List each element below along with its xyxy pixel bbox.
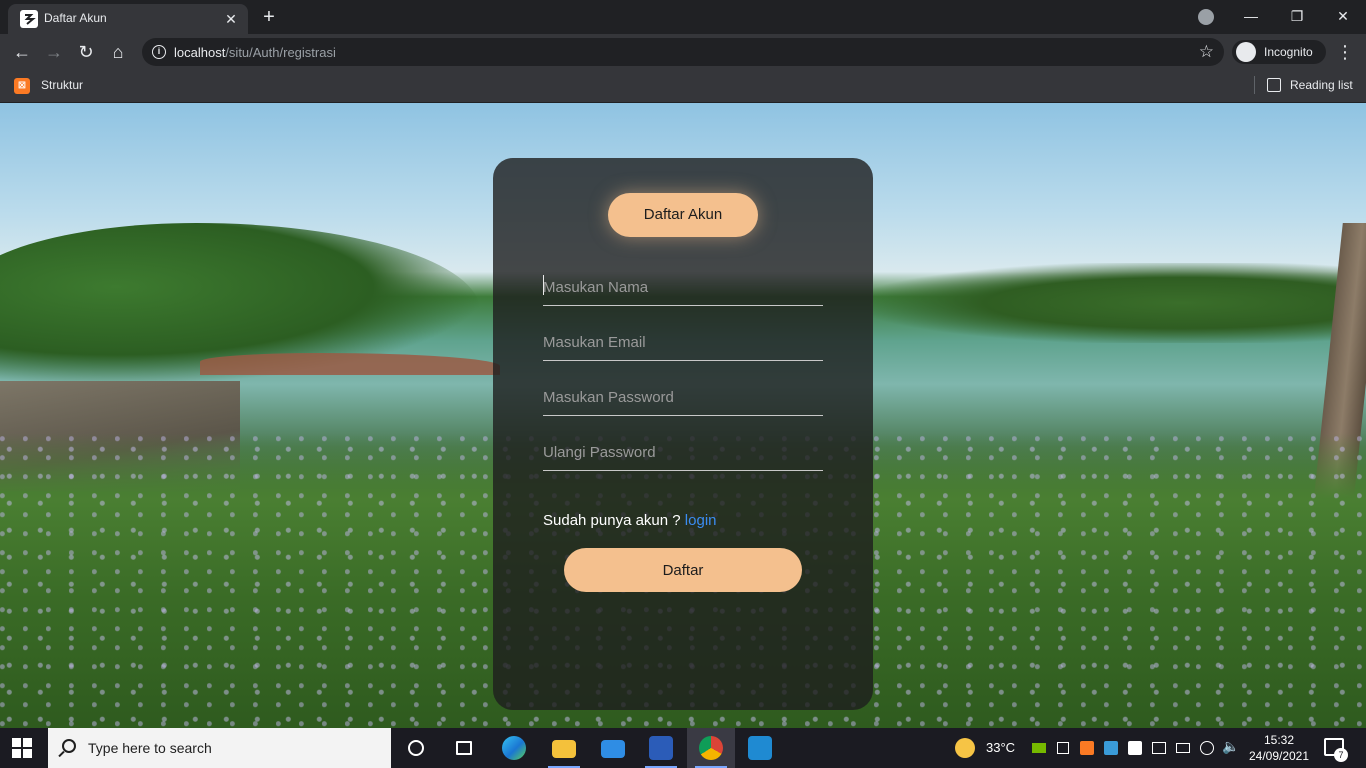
mail-glyph [601,740,625,758]
bookmarks-bar: ⊠ Struktur Reading list [0,70,1366,103]
back-button[interactable]: ← [11,41,33,63]
clock[interactable]: 15:32 24/09/2021 [1244,732,1314,764]
restore-button[interactable]: ❐ [1283,5,1311,27]
windows-start-icon[interactable] [12,738,32,758]
registration-card: Daftar Akun Sudah punya akun ? login Daf… [493,158,873,710]
chrome-glyph [699,736,723,760]
cortana-icon[interactable] [392,728,440,768]
vscode-icon[interactable] [736,728,784,768]
tab-title: Daftar Akun [44,11,107,25]
home-button[interactable]: ⌂ [107,41,129,63]
browser-menu-icon[interactable]: ⋮ [1336,41,1354,63]
battery-icon[interactable] [1176,743,1190,753]
have-account-text: Sudah punya akun ? login [543,512,717,529]
cortana-ring [408,740,424,756]
password-input[interactable] [543,380,823,416]
incognito-button[interactable]: Incognito [1232,40,1326,64]
site-info-icon[interactable]: i [152,45,166,59]
search-placeholder: Type here to search [88,740,212,756]
url-path: /situ/Auth/registrasi [225,45,336,60]
background-trees [870,263,1366,343]
nvidia-tray-icon[interactable] [1032,743,1046,753]
start-logo-part [23,738,32,747]
tray-app-icon[interactable] [1057,742,1069,754]
clock-time: 15:32 [1263,733,1295,747]
word-icon[interactable] [637,728,685,768]
edge-icon[interactable] [490,728,538,768]
have-account-label: Sudah punya akun ? [543,512,685,529]
site-favicon-icon [20,10,38,28]
clock-date: 24/09/2021 [1248,749,1310,763]
bookmarks-divider [1254,76,1255,94]
word-glyph [649,736,673,760]
tab-close-icon[interactable]: ✕ [222,10,240,28]
form-title: Daftar Akun [608,193,758,237]
start-logo-part [23,749,32,758]
bookmark-struktur[interactable]: Struktur [41,78,83,92]
tab-daftar-akun[interactable]: Daftar Akun ✕ [8,4,248,34]
windows-taskbar: Type here to search 33°C 🔈 15:32 24/09/2… [0,728,1366,768]
security-tray-icon[interactable] [1128,741,1142,755]
vscode-glyph [748,736,772,760]
xampp-tray-icon[interactable] [1080,741,1094,755]
forward-button[interactable]: → [43,41,65,63]
weather-icon[interactable] [955,738,975,758]
volume-icon[interactable]: 🔈 [1222,738,1239,754]
tray-app-icon[interactable] [1104,741,1118,755]
task-view-glyph [456,741,472,755]
network-icon[interactable] [1200,741,1214,755]
folder-glyph [552,740,576,758]
incognito-label: Incognito [1264,45,1313,59]
browser-tab-strip: Daftar Akun ✕ + — ❐ ✕ [0,0,1366,34]
window-close-button[interactable]: ✕ [1329,5,1357,27]
start-logo-part [12,749,21,758]
url-text[interactable]: localhost/situ/Auth/registrasi [174,45,336,60]
temperature-text[interactable]: 33°C [986,740,1015,756]
minimize-button[interactable]: — [1237,5,1265,27]
confirm-password-input[interactable] [543,435,823,471]
page-background: Daftar Akun Sudah punya akun ? login Daf… [0,103,1366,728]
login-link[interactable]: login [685,512,717,529]
email-input[interactable] [543,325,823,361]
address-bar[interactable]: i localhost/situ/Auth/registrasi ☆ [142,38,1224,66]
tray-app-icon[interactable] [1152,742,1166,754]
name-input[interactable] [543,270,823,306]
task-view-icon[interactable] [440,728,488,768]
search-icon [62,739,76,753]
bookmark-star-icon[interactable]: ☆ [1199,42,1214,62]
chrome-icon[interactable] [687,728,735,768]
notification-count-badge: 7 [1334,748,1348,762]
edge-glyph [502,736,526,760]
browser-toolbar: ← → ↻ ⌂ i localhost/situ/Auth/registrasi… [0,34,1366,70]
url-host: localhost [174,45,226,60]
tab-search-icon[interactable] [1198,9,1214,25]
reading-list-icon [1267,78,1281,92]
incognito-icon [1236,42,1256,62]
reload-button[interactable]: ↻ [75,41,97,63]
xampp-bookmark-icon: ⊠ [14,78,30,94]
mail-icon[interactable] [589,728,637,768]
start-logo-part [12,738,21,747]
daftar-button[interactable]: Daftar [564,548,802,592]
taskbar-search-box[interactable]: Type here to search [48,728,391,768]
file-explorer-icon[interactable] [540,728,588,768]
reading-list-button[interactable]: Reading list [1290,78,1353,92]
new-tab-button[interactable]: + [258,7,280,29]
text-caret [543,275,544,295]
